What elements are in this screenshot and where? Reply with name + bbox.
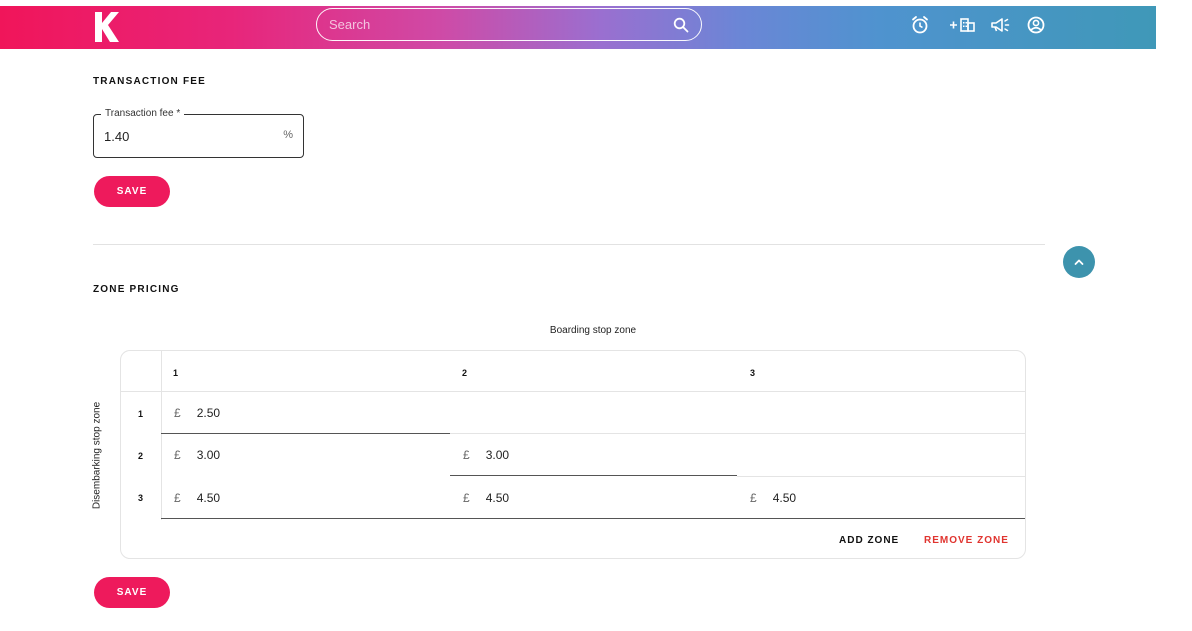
disembarking-stop-zone-label: Disembarking stop zone xyxy=(91,401,103,510)
add-building-icon[interactable] xyxy=(948,15,976,35)
column-header: 2 xyxy=(462,368,468,378)
price-input[interactable]: £ 4.50 xyxy=(737,477,1025,519)
column-header: 1 xyxy=(173,368,179,378)
currency-symbol: £ xyxy=(750,490,757,505)
price-value[interactable]: 3.00 xyxy=(197,448,220,462)
boarding-stop-zone-label: Boarding stop zone xyxy=(549,325,637,336)
search-input[interactable] xyxy=(329,17,673,32)
row-header: 3 xyxy=(138,493,144,503)
remove-zone-button[interactable]: REMOVE ZONE xyxy=(924,535,1009,546)
megaphone-icon[interactable] xyxy=(990,15,1010,35)
currency-symbol: £ xyxy=(463,490,470,505)
column-header: 3 xyxy=(750,368,756,378)
price-input[interactable]: £ 2.50 xyxy=(161,392,450,434)
currency-symbol: £ xyxy=(463,447,470,462)
price-input[interactable]: £ 3.00 xyxy=(161,434,450,476)
transaction-fee-field[interactable]: Transaction fee * 1.40 % xyxy=(93,108,304,158)
transaction-fee-label: Transaction fee * xyxy=(101,108,185,119)
alarm-icon[interactable] xyxy=(910,15,930,35)
price-value[interactable]: 3.00 xyxy=(486,448,509,462)
search-icon[interactable] xyxy=(673,17,689,33)
price-value[interactable]: 4.50 xyxy=(197,491,220,505)
row-header: 2 xyxy=(138,451,144,461)
logo-icon[interactable] xyxy=(92,10,120,44)
price-value[interactable]: 4.50 xyxy=(486,491,509,505)
save-zone-pricing-button[interactable]: SAVE xyxy=(94,577,170,608)
price-input[interactable]: £ 4.50 xyxy=(161,477,450,519)
top-app-bar xyxy=(0,6,1156,49)
transaction-fee-value[interactable]: 1.40 xyxy=(104,129,129,144)
currency-symbol: £ xyxy=(174,490,181,505)
transaction-fee-unit: % xyxy=(283,129,293,141)
save-transaction-fee-button[interactable]: SAVE xyxy=(94,176,170,207)
account-icon[interactable] xyxy=(1026,15,1046,35)
section-divider xyxy=(93,244,1045,245)
price-value[interactable]: 2.50 xyxy=(197,406,220,420)
search-bar[interactable] xyxy=(316,8,702,41)
row-header: 1 xyxy=(138,409,144,419)
price-input[interactable]: £ 4.50 xyxy=(450,477,737,519)
add-zone-button[interactable]: ADD ZONE xyxy=(839,535,899,546)
price-value[interactable]: 4.50 xyxy=(773,491,796,505)
currency-symbol: £ xyxy=(174,405,181,420)
scroll-to-top-button[interactable] xyxy=(1063,246,1095,278)
chevron-up-icon xyxy=(1074,259,1084,265)
zone-pricing-grid: 1 2 3 1 2 3 £ 2.50 £ 3.00 £ 3.00 £ 4.50 … xyxy=(120,350,1026,559)
price-input[interactable]: £ 3.00 xyxy=(450,434,737,476)
zone-pricing-title: ZONE PRICING xyxy=(93,284,180,295)
currency-symbol: £ xyxy=(174,448,181,462)
transaction-fee-title: TRANSACTION FEE xyxy=(93,76,206,87)
